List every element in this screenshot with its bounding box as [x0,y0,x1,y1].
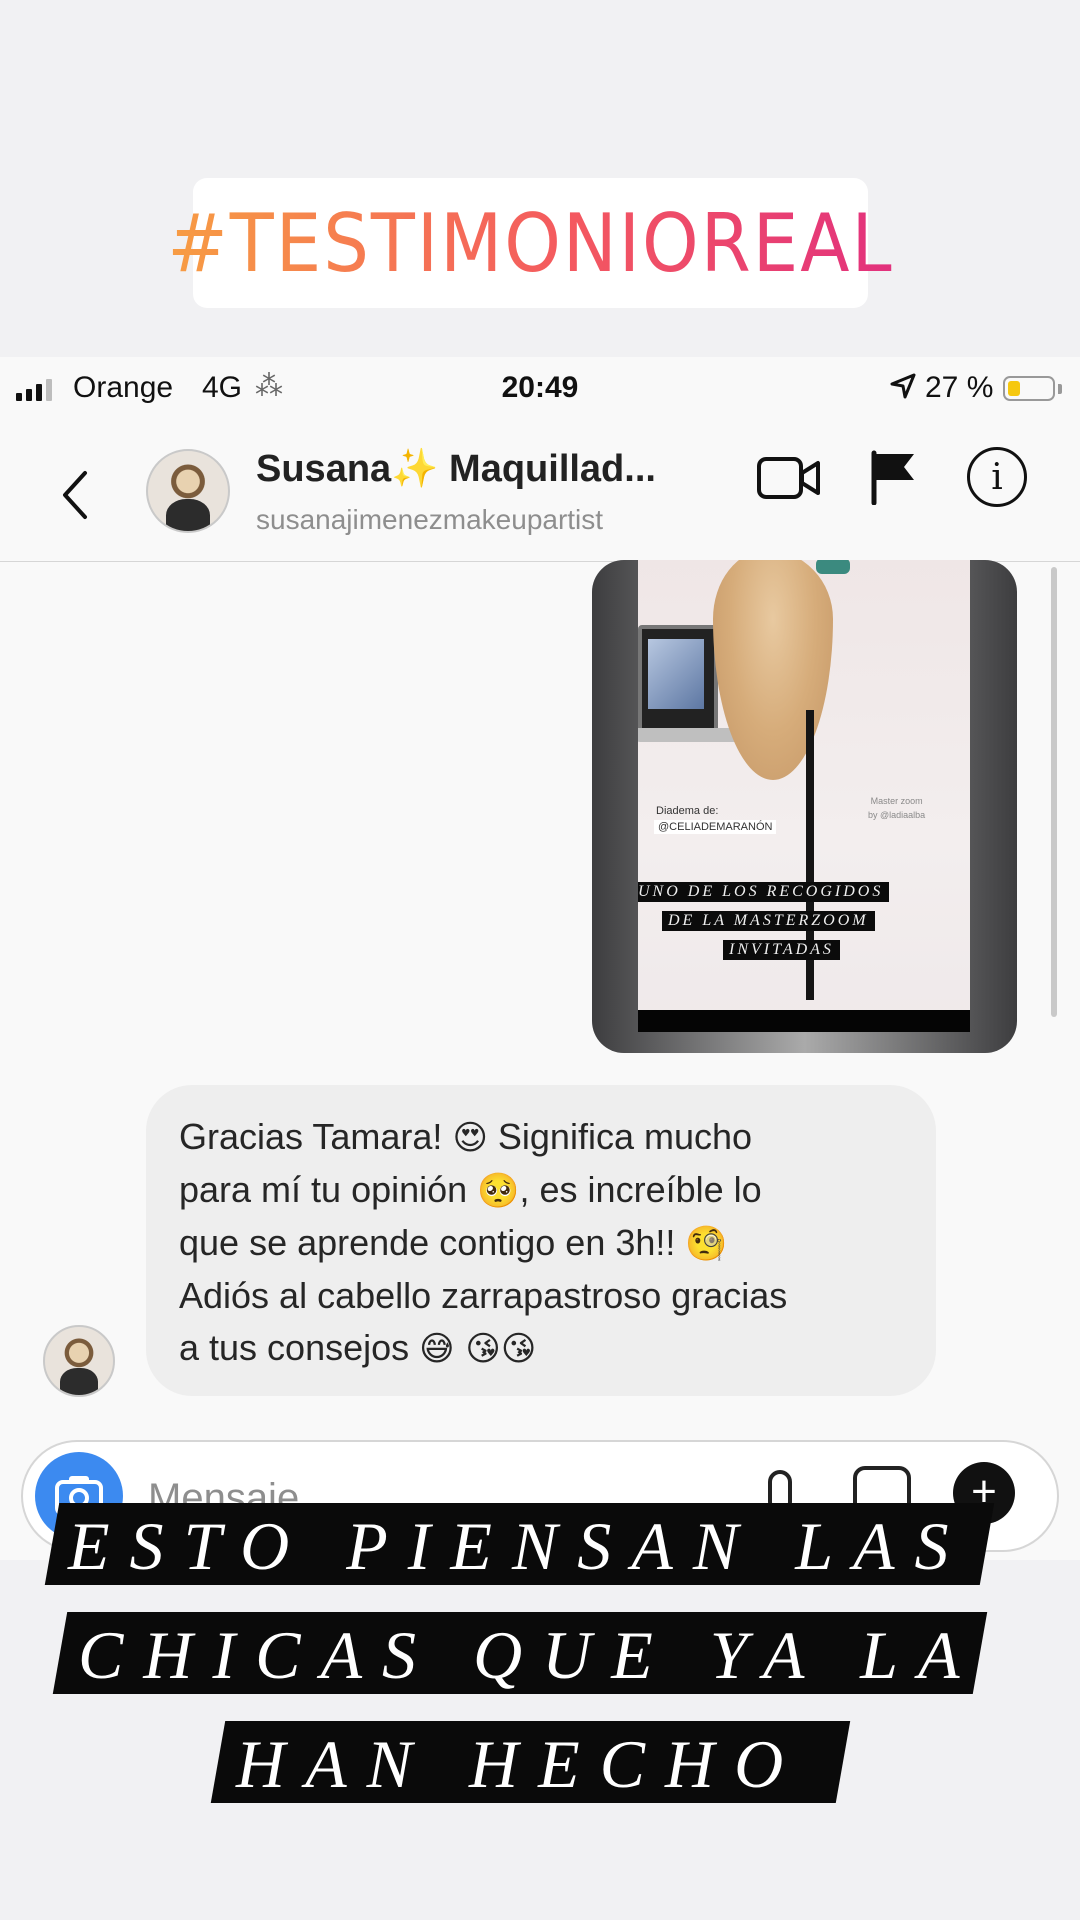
pleading-face-emoji: 🥺 [477,1171,520,1211]
status-bar: Orange 4G ⁂ 20:49 27 % [0,357,1080,425]
credit-label: Diadema de: [656,805,719,817]
kiss-emoji-group: 😅 😘😘 [419,1329,537,1369]
message-line: Gracias Tamara! 😍 Significa mucho [179,1116,753,1158]
post-caption-line-2: DE LA MASTERZOOM [662,911,875,931]
battery-percent: 27 % [925,371,994,404]
monocle-face-emoji: 🧐 [685,1224,728,1264]
battery-level [1008,381,1020,396]
message-line: a tus consejos 😅 😘😘 [179,1327,537,1369]
status-time: 20:49 [501,371,579,404]
shared-post[interactable]: Diadema de: @CELIADEMARANÓN Master zoom … [592,560,1017,1053]
hairstyle-mannequin [713,560,833,780]
contact-username[interactable]: susanajimenezmakeupartist [256,504,603,536]
scrollbar[interactable] [1051,567,1057,1017]
chevron-left-icon [63,471,87,519]
message-line: Adiós al cabello zarrapastroso gracias [179,1275,788,1316]
post-caption-line-1: UNO DE LOS RECOGIDOS [638,882,890,902]
contact-name[interactable]: Susana✨ Maquillad... [256,447,656,491]
message-bubble[interactable]: Gracias Tamara! 😍 Significa mucho para m… [146,1085,936,1396]
credit-tag: @CELIADEMARANÓN [654,820,777,834]
story-caption-line-3: HAN HECHO [236,1726,804,1802]
master-line-2: by @ladiaalba [868,809,926,820]
message-line: que se aprende contigo en 3h!! 🧐 [179,1222,728,1264]
shared-post-image: Diadema de: @CELIADEMARANÓN Master zoom … [638,560,970,1032]
video-call-icon[interactable] [756,453,822,508]
message-line: para mí tu opinión 🥺, es increíble lo [179,1169,762,1211]
battery-icon [1003,376,1055,401]
sender-avatar[interactable] [43,1325,115,1397]
master-line-1: Master zoom [870,796,923,806]
battery-tip [1058,384,1062,394]
info-icon[interactable]: i [967,447,1027,507]
laptop-base [638,728,744,742]
hashtag-sticker[interactable]: #TESTIMONIOREAL [167,178,892,308]
post-caption-line-3: INVITADAS [723,940,840,960]
story-caption-line-2: CHICAS QUE YA LA [78,1617,980,1693]
contact-avatar[interactable] [146,449,230,533]
message-text: Gracias Tamara! 😍 Significa mucho para m… [179,1111,919,1375]
master-credit: Master zoom by @ladiaalba [868,795,925,822]
laptop-screen [638,625,718,733]
dm-screenshot: Orange 4G ⁂ 20:49 27 % Susana✨ Maquillad… [0,357,1080,1560]
flag-icon[interactable] [869,449,919,510]
heart-eyes-emoji: 😍 [452,1118,488,1158]
location-arrow-icon [888,371,918,409]
hashtag-text: #TESTIMONIOREAL [167,195,894,291]
story-caption-line-1: ESTO PIENSAN LAS [68,1508,969,1584]
back-button[interactable] [55,465,95,525]
hair-accessory [816,560,850,574]
